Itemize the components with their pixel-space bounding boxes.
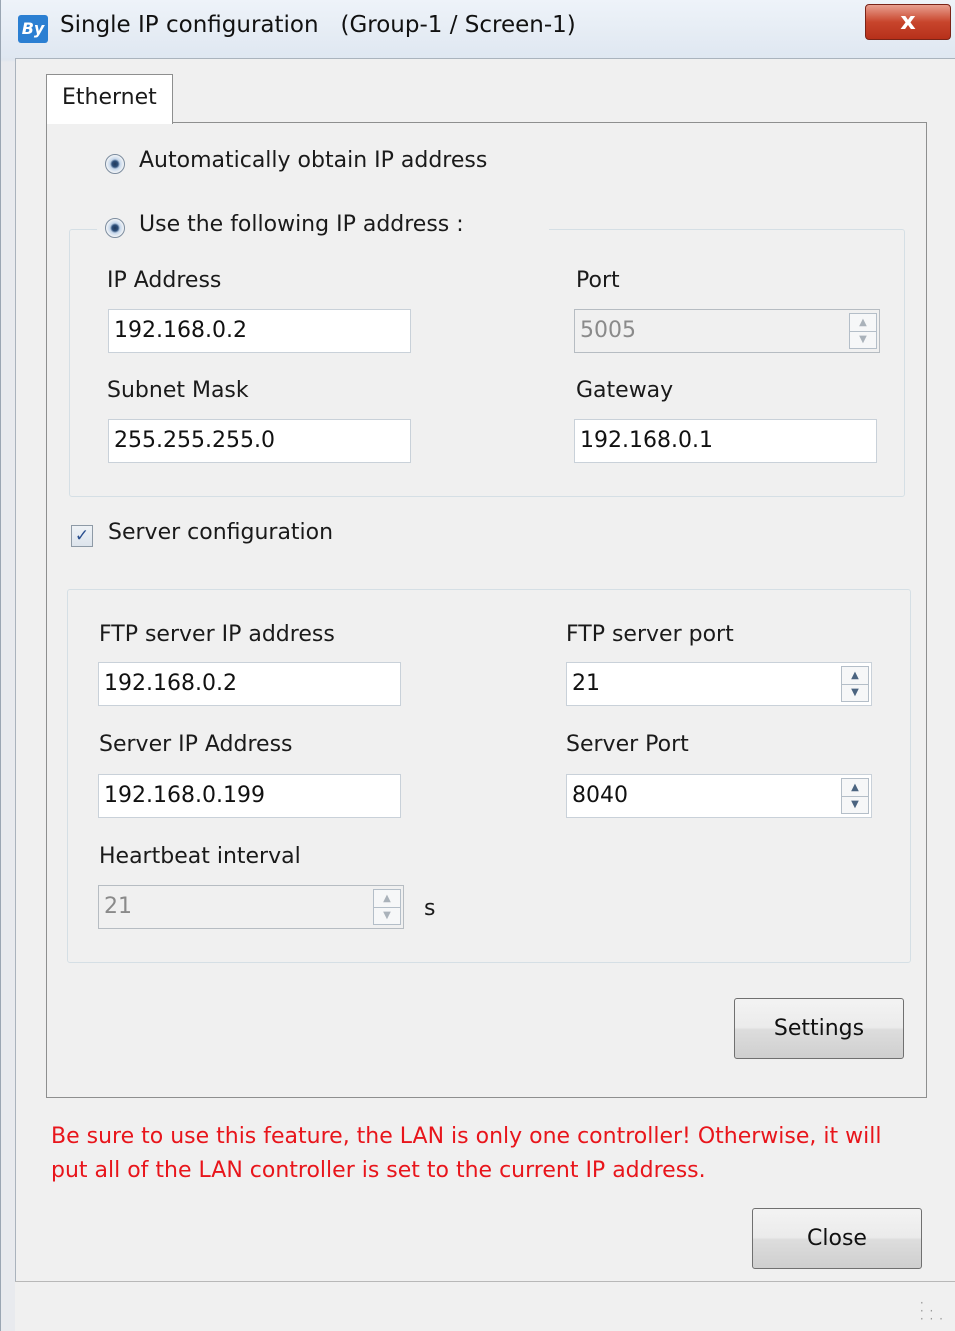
spin-up-icon[interactable]: ▲ [842,779,868,797]
close-button[interactable]: Close [752,1208,922,1269]
gateway-label: Gateway [576,378,674,403]
ftp-port-value: 21 [572,671,600,696]
server-config-checkbox[interactable]: ✓ [71,525,93,547]
ftp-port-spinbox[interactable]: 21 ▲ ▼ [566,662,872,706]
server-ip-label: Server IP Address [99,732,293,757]
radio-manual-ip[interactable] [105,218,125,238]
spin-down-icon[interactable]: ▼ [850,331,876,348]
subnet-mask-input[interactable]: 255.255.255.0 [108,419,411,463]
spin-up-icon[interactable]: ▲ [850,314,876,332]
radio-auto-ip[interactable] [105,154,125,174]
port-value: 5005 [580,318,636,343]
heartbeat-label: Heartbeat interval [99,844,301,869]
app-icon: By [18,15,48,43]
port-spin-buttons[interactable]: ▲ ▼ [849,313,877,349]
gateway-input[interactable]: 192.168.0.1 [574,419,877,463]
status-bar: · · · · · · [15,1281,955,1331]
resize-grip-icon[interactable]: · · · · · · [920,1297,944,1325]
spin-down-icon[interactable]: ▼ [842,684,868,701]
server-config-label[interactable]: Server configuration [108,520,333,545]
settings-button[interactable]: Settings [734,998,904,1059]
spin-up-icon[interactable]: ▲ [374,890,400,908]
close-window-button[interactable]: x [865,4,951,40]
spin-down-icon[interactable]: ▼ [842,796,868,813]
ip-address-input[interactable]: 192.168.0.2 [108,309,411,353]
ftp-ip-label: FTP server IP address [99,622,335,647]
tab-ethernet[interactable]: Ethernet [46,74,173,124]
server-port-value: 8040 [572,783,628,808]
port-label: Port [576,268,620,293]
title-bar[interactable]: By Single IP configuration (Group-1 / Sc… [1,0,955,58]
heartbeat-spinbox[interactable]: 21 ▲ ▼ [98,885,404,929]
server-port-label: Server Port [566,732,689,757]
window-title: Single IP configuration (Group-1 / Scree… [60,12,576,38]
ftp-port-spin-buttons[interactable]: ▲ ▼ [841,666,869,702]
dialog-window: By Single IP configuration (Group-1 / Sc… [0,0,955,1331]
spin-down-icon[interactable]: ▼ [374,907,400,924]
server-ip-input[interactable]: 192.168.0.199 [98,774,401,818]
lan-warning-text: Be sure to use this feature, the LAN is … [51,1124,882,1183]
heartbeat-value: 21 [104,894,132,919]
ftp-ip-input[interactable]: 192.168.0.2 [98,662,401,706]
spin-up-icon[interactable]: ▲ [842,667,868,685]
port-spinbox[interactable]: 5005 ▲ ▼ [574,309,880,353]
subnet-mask-label: Subnet Mask [107,378,249,403]
server-port-spinbox[interactable]: 8040 ▲ ▼ [566,774,872,818]
heartbeat-unit: s [424,896,436,921]
heartbeat-spin-buttons[interactable]: ▲ ▼ [373,889,401,925]
manual-ip-label[interactable]: Use the following IP address : [139,212,464,237]
server-port-spin-buttons[interactable]: ▲ ▼ [841,778,869,814]
auto-ip-label[interactable]: Automatically obtain IP address [139,148,487,173]
ftp-port-label: FTP server port [566,622,734,647]
ip-address-label: IP Address [107,268,222,293]
